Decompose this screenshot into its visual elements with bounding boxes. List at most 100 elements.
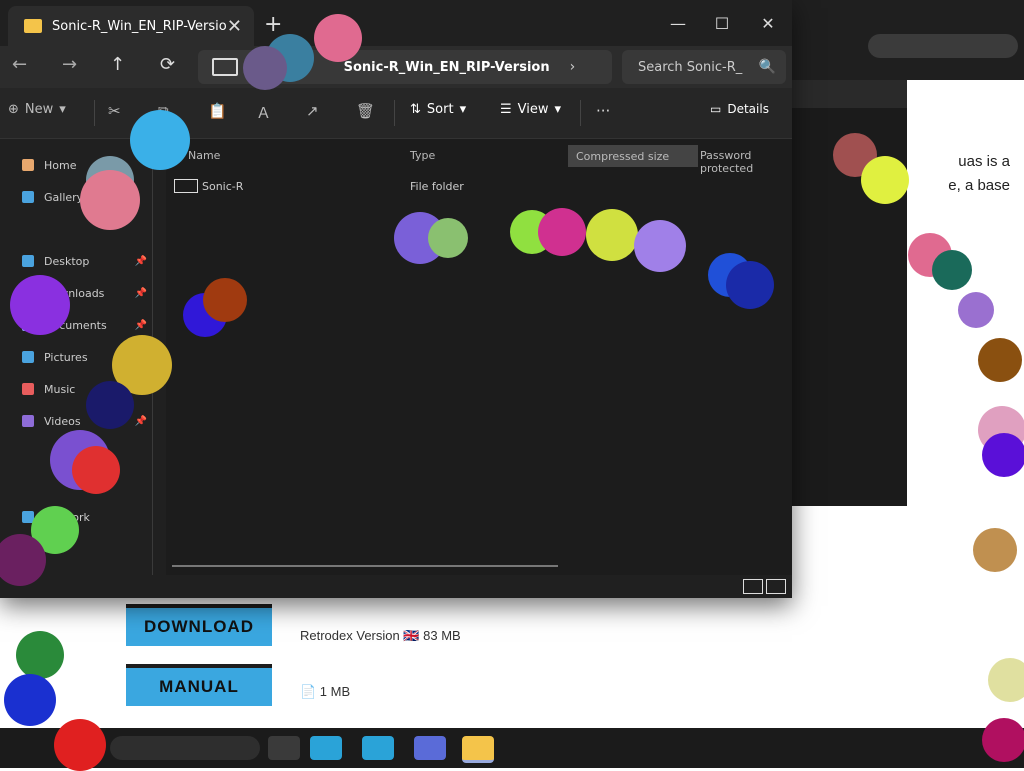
breadcrumb-chevron-icon[interactable]: ›: [570, 59, 576, 75]
browser-address-bar[interactable]: [868, 34, 1018, 58]
pin-icon[interactable]: 📌: [135, 256, 147, 267]
taskbar-browser-icon[interactable]: [310, 736, 342, 760]
folder-icon: [174, 179, 198, 193]
gallery-icon: [22, 191, 34, 203]
taskbar-app-icon[interactable]: [414, 736, 446, 760]
search-icon: 🔍: [758, 59, 776, 75]
glitch-blob: [982, 433, 1024, 477]
download-button[interactable]: DOWNLOAD: [126, 604, 272, 646]
title-bar: Sonic-R_Win_EN_RIP-Version ✕ + — ☐ ✕: [0, 0, 792, 46]
toolbar-divider: [394, 100, 395, 126]
delete-icon[interactable]: 🗑: [356, 102, 375, 120]
pictures-icon: [22, 351, 34, 363]
rename-icon[interactable]: Ａ: [256, 102, 271, 123]
sidebar-item-label: Videos: [44, 414, 81, 428]
new-tab-button[interactable]: +: [264, 12, 282, 37]
search-placeholder: Search Sonic-R_: [638, 59, 743, 75]
glitch-blob: [72, 446, 120, 494]
forward-button[interactable]: →: [62, 54, 77, 75]
view-button[interactable]: ☰ View ▾: [500, 102, 561, 117]
glitch-blob: [54, 719, 106, 771]
file-list[interactable]: Name Type Compressed size Password prote…: [166, 139, 792, 575]
column-header-password-protected[interactable]: Password protected: [700, 149, 792, 175]
view-toggle: [743, 579, 786, 594]
column-header-name[interactable]: Name: [188, 149, 220, 162]
pin-icon[interactable]: 📌: [135, 288, 147, 299]
sidebar-item-label: Music: [44, 382, 76, 396]
refresh-button[interactable]: ⟳: [160, 54, 175, 75]
status-bar: [0, 575, 792, 598]
column-header-type[interactable]: Type: [410, 149, 435, 162]
glitch-blob: [978, 338, 1022, 382]
share-icon[interactable]: ↗: [306, 102, 319, 120]
back-button[interactable]: ←: [12, 54, 27, 75]
view-label: View: [517, 102, 549, 117]
maximize-button[interactable]: ☐: [700, 8, 744, 38]
taskbar-search[interactable]: [110, 736, 260, 760]
glitch-blob: [586, 209, 638, 261]
tiles-view-icon[interactable]: [766, 579, 786, 594]
manual-button[interactable]: MANUAL: [126, 664, 272, 706]
search-input[interactable]: Search Sonic-R_ 🔍: [622, 50, 786, 84]
view-icon: ☰: [500, 102, 512, 117]
sidebar-item-desktop[interactable]: Desktop 📌: [22, 249, 147, 273]
up-button[interactable]: ↑: [110, 54, 125, 75]
chevron-down-icon: ▾: [554, 102, 562, 117]
glitch-blob: [10, 275, 70, 335]
minimize-button[interactable]: —: [656, 8, 700, 38]
sort-button[interactable]: ⇅ Sort ▾: [410, 102, 466, 117]
tab-close-icon[interactable]: ✕: [227, 16, 242, 37]
more-options-button[interactable]: ···: [596, 102, 610, 120]
taskbar-app-icon[interactable]: [268, 736, 300, 760]
background-side-panel-header: [792, 80, 907, 108]
taskbar-app-icon[interactable]: [362, 736, 394, 760]
details-pane-icon: ▭: [710, 102, 722, 116]
details-label: Details: [727, 102, 769, 116]
toolbar-divider: [94, 100, 95, 126]
chevron-down-icon: ▾: [59, 102, 66, 117]
sidebar-item-label: Desktop: [44, 254, 90, 268]
sort-icon: ⇅: [410, 102, 421, 117]
sidebar-item-label: Home: [44, 158, 77, 172]
explorer-tab[interactable]: Sonic-R_Win_EN_RIP-Version ✕: [8, 6, 254, 46]
glitch-blob: [932, 250, 972, 290]
manual-meta: 📄 1 MB: [300, 684, 351, 699]
file-name: Sonic-R: [202, 180, 244, 193]
music-icon: [22, 383, 34, 395]
glitch-blob: [80, 170, 140, 230]
glitch-blob: [988, 658, 1024, 702]
paste-icon[interactable]: 📋: [208, 102, 227, 120]
glitch-blob: [538, 208, 586, 256]
details-pane-button[interactable]: ▭ Details: [710, 102, 769, 116]
pin-icon[interactable]: 📌: [135, 320, 147, 331]
table-row[interactable]: Sonic-R File folder: [166, 177, 792, 199]
taskbar-file-explorer-icon[interactable]: [462, 736, 494, 763]
pin-icon[interactable]: 📌: [135, 416, 147, 427]
command-bar: ⊕ New ▾ ✂ ⧉ 📋 Ａ ↗ 🗑 ⇅ Sort ▾ ☰ View ▾ ··…: [0, 88, 792, 139]
glitch-blob: [314, 14, 362, 62]
toolbar-divider: [580, 100, 581, 126]
file-type: File folder: [410, 180, 464, 193]
details-view-icon[interactable]: [743, 579, 763, 594]
sort-label: Sort: [426, 102, 454, 117]
horizontal-scrollbar[interactable]: [172, 565, 558, 567]
glitch-blob: [130, 110, 190, 170]
cut-icon[interactable]: ✂: [108, 102, 121, 120]
videos-icon: [22, 415, 34, 427]
glitch-blob: [16, 631, 64, 679]
glitch-blob: [861, 156, 909, 204]
glitch-blob: [86, 381, 134, 429]
desktop-icon: [22, 255, 34, 267]
glitch-blob: [4, 674, 56, 726]
chevron-down-icon: ▾: [459, 102, 467, 117]
tab-title: Sonic-R_Win_EN_RIP-Version: [52, 18, 227, 34]
glitch-blob: [243, 46, 287, 90]
new-label: New: [24, 102, 54, 117]
glitch-blob: [726, 261, 774, 309]
column-header-row: Name Type Compressed size Password prote…: [166, 145, 792, 175]
new-button[interactable]: ⊕ New ▾: [8, 102, 66, 117]
close-button[interactable]: ✕: [746, 8, 790, 38]
sidebar-item-label: Pictures: [44, 350, 88, 364]
column-header-compressed-size[interactable]: Compressed size: [568, 145, 698, 167]
breadcrumb-current-folder[interactable]: Sonic-R_Win_EN_RIP-Version: [344, 60, 550, 75]
